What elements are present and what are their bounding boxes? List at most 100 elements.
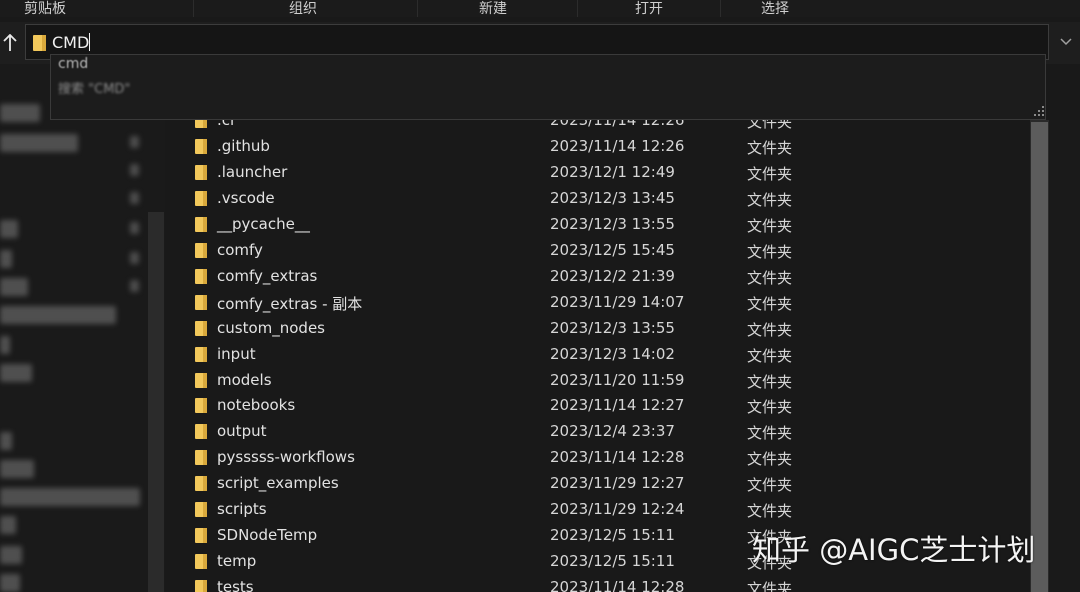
folder-icon (195, 190, 207, 210)
ribbon: 剪贴板 组织 新建 打开 选择 (0, 0, 1080, 17)
file-row[interactable]: .launcher 2023/12/1 12:49 文件夹 (165, 160, 1030, 186)
nav-item[interactable] (0, 306, 116, 324)
folder-icon (195, 268, 207, 288)
folder-icon (195, 294, 207, 314)
nav-item[interactable] (0, 546, 22, 564)
file-name: temp (217, 552, 257, 571)
file-date: 2023/11/14 12:28 (550, 448, 685, 467)
ribbon-group-open[interactable]: 打开 (635, 0, 663, 18)
scrollbar-thumb[interactable] (1031, 122, 1048, 592)
file-date: 2023/11/29 12:24 (550, 500, 685, 519)
file-type: 文件夹 (747, 320, 793, 339)
folder-icon (195, 216, 207, 236)
pin-icon (130, 280, 139, 292)
file-name: input (217, 344, 256, 363)
text-caret (89, 33, 90, 51)
file-row[interactable]: .vscode 2023/12/3 13:45 文件夹 (165, 186, 1030, 212)
ribbon-group-clipboard[interactable]: 剪贴板 (24, 0, 66, 18)
file-list: .ci 2023/11/14 12:26 文件夹 .github 2023/11/14 … (165, 108, 1030, 592)
file-date: 2023/11/14 12:26 (550, 136, 685, 155)
file-name: tests (217, 578, 254, 592)
file-date: 2023/12/3 13:55 (550, 318, 675, 337)
nav-item[interactable] (0, 278, 28, 296)
file-name: pysssss-workflows (217, 448, 355, 467)
folder-icon (195, 398, 207, 417)
folder-icon (195, 320, 207, 340)
ribbon-separator (577, 0, 578, 17)
file-type: 文件夹 (747, 372, 793, 391)
watermark: 知乎 @AIGC芝士计划 (752, 533, 1036, 567)
pin-icon (130, 136, 139, 148)
file-type: 文件夹 (747, 398, 793, 417)
file-type: 文件夹 (747, 294, 793, 313)
nav-item[interactable] (0, 336, 10, 354)
nav-item[interactable] (0, 220, 18, 238)
nav-item[interactable] (0, 134, 78, 152)
nav-item[interactable] (0, 250, 12, 268)
chevron-down-icon[interactable] (1052, 24, 1080, 60)
file-date: 2023/12/3 14:02 (550, 344, 675, 363)
ribbon-group-select[interactable]: 选择 (761, 0, 789, 18)
nav-item[interactable] (0, 432, 12, 450)
address-suggestions (50, 54, 1046, 120)
folder-icon (195, 528, 207, 547)
nav-item[interactable] (0, 574, 20, 592)
suggestion-item[interactable]: 搜索 "CMD" (58, 78, 130, 97)
folder-icon (195, 502, 207, 521)
ribbon-separator (193, 0, 194, 17)
file-row[interactable]: notebooks 2023/11/14 12:27 文件夹 (165, 393, 1030, 419)
pin-icon (130, 164, 139, 176)
file-date: 2023/12/4 23:37 (550, 422, 675, 441)
navigation-scrollbar[interactable] (148, 212, 164, 592)
file-row[interactable]: script_examples 2023/11/29 12:27 文件夹 (165, 471, 1030, 497)
resize-grip-icon[interactable] (1034, 106, 1044, 116)
file-row[interactable]: output 2023/12/4 23:37 文件夹 (165, 419, 1030, 445)
file-date: 2023/12/1 12:49 (550, 162, 675, 181)
file-name: custom_nodes (217, 318, 325, 337)
nav-item[interactable] (0, 516, 16, 534)
file-row[interactable]: comfy 2023/12/5 15:45 文件夹 (165, 238, 1030, 264)
ribbon-group-new[interactable]: 新建 (479, 0, 507, 18)
folder-icon (195, 554, 207, 573)
file-row[interactable]: scripts 2023/11/29 12:24 文件夹 (165, 497, 1030, 523)
file-type: 文件夹 (747, 242, 793, 261)
file-type: 文件夹 (747, 138, 793, 157)
file-row[interactable]: __pycache__ 2023/12/3 13:55 文件夹 (165, 212, 1030, 238)
file-name: .vscode (217, 188, 275, 207)
file-row[interactable]: input 2023/12/3 14:02 文件夹 (165, 342, 1030, 368)
arrow-up-icon[interactable] (0, 30, 20, 56)
suggestion-item[interactable]: cmd (58, 56, 88, 72)
file-type: 文件夹 (747, 268, 793, 287)
file-name: SDNodeTemp (217, 526, 318, 545)
file-row[interactable]: pysssss-workflows 2023/11/14 12:28 文件夹 (165, 445, 1030, 471)
file-name: .github (217, 136, 270, 155)
file-row[interactable]: comfy_extras - 副本 2023/11/29 14:07 文件夹 (165, 290, 1030, 316)
file-date: 2023/11/29 14:07 (550, 292, 685, 311)
file-date: 2023/11/14 12:27 (550, 396, 685, 415)
file-name: comfy_extras - 副本 (217, 294, 363, 313)
file-date: 2023/12/5 15:11 (550, 526, 675, 545)
file-explorer-window: 剪贴板 组织 新建 打开 选择 CMD .ci 2023/11/14 12:26… (0, 0, 1080, 592)
file-row[interactable]: tests 2023/11/14 12:28 文件夹 (165, 575, 1030, 592)
pin-icon (130, 192, 139, 204)
nav-item[interactable] (0, 488, 140, 506)
nav-item[interactable] (0, 364, 32, 382)
file-type: 文件夹 (747, 502, 793, 521)
ribbon-group-organize[interactable]: 组织 (289, 0, 317, 18)
file-row[interactable]: comfy_extras 2023/12/2 21:39 文件夹 (165, 264, 1030, 290)
file-type: 文件夹 (747, 476, 793, 495)
file-row[interactable]: models 2023/11/20 11:59 文件夹 (165, 368, 1030, 394)
file-date: 2023/12/5 15:11 (550, 552, 675, 571)
address-input[interactable] (52, 30, 952, 54)
file-row[interactable]: custom_nodes 2023/12/3 13:55 文件夹 (165, 316, 1030, 342)
nav-item[interactable] (0, 460, 34, 478)
nav-item[interactable] (0, 104, 40, 122)
file-row[interactable]: .github 2023/11/14 12:26 文件夹 (165, 134, 1030, 160)
folder-icon (195, 242, 207, 262)
file-name: script_examples (217, 474, 339, 493)
file-date: 2023/12/2 21:39 (550, 266, 675, 285)
file-name: comfy (217, 240, 263, 259)
file-type: 文件夹 (747, 346, 793, 365)
file-date: 2023/12/5 15:45 (550, 240, 675, 259)
folder-icon (195, 476, 207, 495)
